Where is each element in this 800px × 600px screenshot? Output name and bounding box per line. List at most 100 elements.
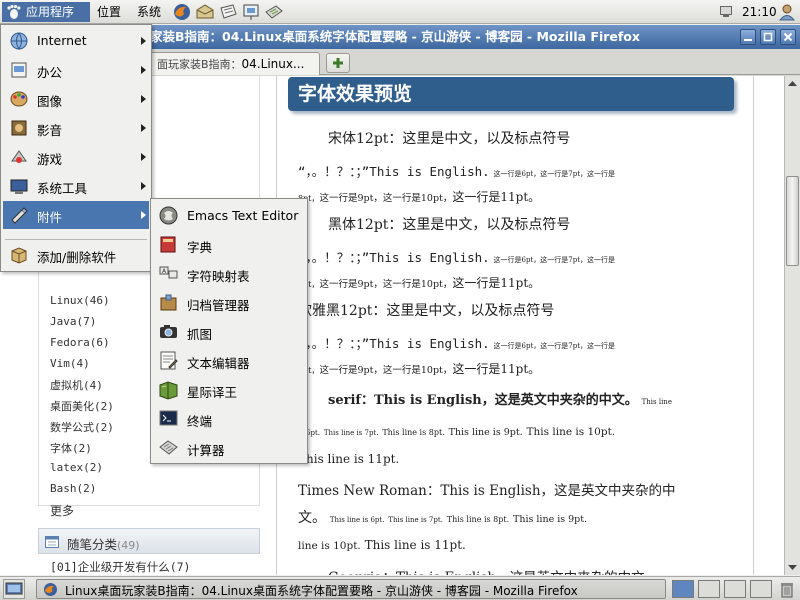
workspace-4[interactable]: [750, 580, 772, 598]
chevron-right-icon: [141, 182, 146, 190]
yahei-punct-line: “，。！？：；”This is English. 这一行是6pt，这一行是7pt…: [298, 333, 615, 352]
menu-item-character-map[interactable]: A 字符映射表: [153, 259, 305, 288]
menu-item-dictionary[interactable]: 字典: [153, 230, 305, 259]
package-icon: [11, 247, 27, 264]
serif-sample-line: serif：This is English，这是英文中夹杂的中文。 This l…: [328, 389, 672, 408]
tag-link[interactable]: Fedora(6): [50, 336, 110, 349]
minimize-button[interactable]: [740, 29, 756, 45]
heiti-punct-line: “，。！？：；”This is English. 这一行是6pt，这一行是7pt…: [298, 247, 615, 266]
menu-item-terminal[interactable]: 终端: [153, 404, 305, 433]
workspace-2[interactable]: [698, 580, 720, 598]
trash-icon[interactable]: [778, 580, 796, 598]
serif-9pt-text: This line is 9pt.: [448, 427, 523, 438]
scroll-thumb[interactable]: [786, 176, 799, 266]
vertical-scrollbar[interactable]: [784, 76, 800, 575]
office-document-icon: [11, 62, 27, 78]
tag-link[interactable]: Vim(4): [50, 357, 90, 370]
gnu-emacs-icon: [159, 206, 178, 225]
text-editor-icon: [160, 351, 178, 370]
places-menu-button[interactable]: 位置: [92, 2, 126, 22]
window-title: 家装B指南：04.Linux桌面系统字体配置要略 - 京山游侠 - 博客园 - …: [150, 29, 640, 44]
tag-link[interactable]: Bash(2): [50, 482, 96, 495]
menu-item-office[interactable]: 办公: [3, 56, 149, 84]
chevron-right-icon: [141, 124, 146, 132]
taskbar-window-label: Linux桌面玩家装B指南：04.Linux桌面系统字体配置要略 - 京山游侠 …: [65, 584, 578, 598]
songti-punct-line: “，。！？：；”This is English. 这一行是6pt，这一行是7pt…: [298, 161, 615, 180]
tag-link[interactable]: 字体(2): [50, 440, 92, 456]
tag-link[interactable]: Linux(46): [50, 294, 110, 307]
tnr-6pt-text: This line is 6pt.: [329, 516, 385, 524]
maximize-icon: [763, 32, 773, 42]
panel-launchers: [172, 2, 284, 22]
menu-item-label: 星际译王: [187, 385, 238, 400]
menu-item-label: 抓图: [187, 327, 213, 342]
tab-active[interactable]: 面玩家装B指南：04.Linux...: [150, 52, 320, 75]
essay-category-title: 随笔分类: [67, 537, 118, 552]
menu-item-text-editor[interactable]: 文本编辑器: [153, 346, 305, 375]
menu-item-calculator[interactable]: 计算器: [153, 433, 305, 462]
applications-menu-button[interactable]: 应用程序: [2, 2, 90, 22]
presentation-launcher-icon[interactable]: [241, 2, 261, 22]
system-menu-button[interactable]: 系统: [132, 2, 166, 22]
menu-item-multimedia[interactable]: 影音: [3, 114, 149, 142]
tab-title-prefix: 面玩家装B指南：: [157, 58, 242, 71]
menu-item-system-tools[interactable]: 系统工具: [3, 172, 149, 200]
panel-clock[interactable]: 21:10: [742, 2, 777, 22]
menu-item-internet[interactable]: Internet: [3, 27, 149, 55]
tnr-sizes-line-1: 文。 This line is 6pt. This line is 7pt. T…: [298, 507, 587, 527]
calendar-icon: [45, 536, 59, 548]
firefox-launcher-icon[interactable]: [172, 2, 192, 22]
multimedia-icon: [11, 120, 27, 136]
workspace-1[interactable]: [672, 580, 694, 598]
heiti-sizes-line: 8pt，这一行是9pt，这一行是10pt，这一行是11pt。: [298, 274, 540, 291]
tag-link[interactable]: 虚拟机(4): [50, 377, 103, 393]
zh-11pt-text: 这一行是11pt。: [452, 362, 541, 376]
menu-item-screenshot[interactable]: 抓图: [153, 317, 305, 346]
mail-launcher-icon[interactable]: [195, 2, 215, 22]
scroll-down-icon[interactable]: [785, 559, 800, 575]
applications-menu: Internet 办公 图像 影音 游戏 系统工具 附件 添加/删除软件: [0, 24, 152, 272]
essay-category-link[interactable]: [01]企业级开发有什么(7): [50, 559, 190, 575]
serif-11pt-text: This line is 11pt.: [298, 452, 400, 466]
user-switcher-icon[interactable]: [778, 3, 796, 21]
stardict-book-icon: [159, 381, 178, 400]
menu-item-stardict[interactable]: 星际译王: [153, 375, 305, 404]
tag-link[interactable]: Java(7): [50, 315, 96, 328]
zh-9-10pt-text: 这一行是9pt，这一行是10pt，: [319, 193, 453, 204]
menu-item-games[interactable]: 游戏: [3, 143, 149, 171]
serif-sizes-line: is 6pt. This line is 7pt. This line is 8…: [298, 424, 615, 438]
tag-link[interactable]: 桌面美化(2): [50, 398, 114, 414]
tag-link[interactable]: 数学公式(2): [50, 419, 114, 435]
menu-item-emacs[interactable]: Emacs Text Editor: [153, 201, 305, 230]
menu-item-label: 影音: [37, 123, 63, 138]
gnome-foot-icon: [7, 4, 21, 19]
essay-category-header: 随笔分类(49): [38, 528, 260, 554]
menu-item-accessories[interactable]: 附件: [3, 201, 149, 229]
workspace-3[interactable]: [724, 580, 746, 598]
chevron-right-icon: [141, 37, 146, 45]
more-tags-link[interactable]: 更多: [50, 502, 74, 519]
menu-item-label: 终端: [187, 414, 213, 429]
spreadsheet-launcher-icon[interactable]: [264, 2, 284, 22]
writer-launcher-icon[interactable]: [218, 2, 238, 22]
network-tray-icon[interactable]: [720, 6, 732, 17]
maximize-button[interactable]: [760, 29, 776, 45]
minimize-icon: [744, 39, 752, 41]
system-tools-icon: [10, 179, 28, 194]
close-button[interactable]: [780, 29, 796, 45]
taskbar-window-button[interactable]: Linux桌面玩家装B指南：04.Linux桌面系统字体配置要略 - 京山游侠 …: [36, 579, 666, 599]
menu-item-archive-manager[interactable]: 归档管理器: [153, 288, 305, 317]
zh-9-10pt-text: 这一行是9pt，这一行是10pt，: [319, 365, 453, 376]
scroll-up-icon[interactable]: [785, 76, 800, 92]
menu-item-add-remove-software[interactable]: 添加/删除软件: [3, 241, 149, 269]
menu-item-label: 归档管理器: [187, 298, 250, 313]
menu-item-graphics[interactable]: 图像: [3, 85, 149, 113]
punct-english-text: “，。！？：；”This is English.: [298, 164, 490, 179]
menu-item-label: Emacs Text Editor: [187, 208, 299, 223]
songti-sizes-line: 8pt，这一行是9pt，这一行是10pt，这一行是11pt。: [298, 188, 540, 205]
show-desktop-button[interactable]: [3, 579, 25, 599]
menu-item-label: 字符映射表: [187, 269, 250, 284]
accessories-icon: [11, 207, 28, 224]
new-tab-button[interactable]: [326, 53, 350, 73]
tag-link[interactable]: latex(2): [50, 461, 103, 474]
